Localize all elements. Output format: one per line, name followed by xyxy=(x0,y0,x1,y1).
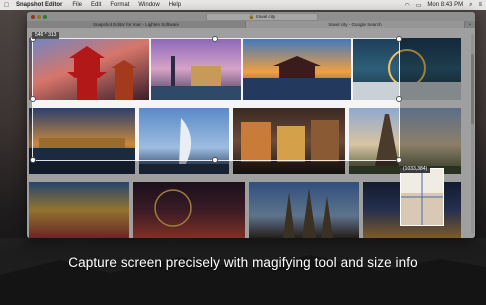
menu-bar:  Snapshot Editor File Edit Format Windo… xyxy=(0,0,486,10)
menubar-clock[interactable]: Mon 8:43 PM xyxy=(427,2,463,8)
resize-handle-top-right[interactable] xyxy=(396,36,402,42)
menu-file[interactable]: File xyxy=(72,2,82,8)
resize-handle-bottom[interactable] xyxy=(212,157,218,163)
menu-window[interactable]: Window xyxy=(138,2,159,8)
battery-icon[interactable]: ▭ xyxy=(416,2,422,9)
cursor-coordinate-label: (1033,384) xyxy=(400,166,431,173)
menu-format[interactable]: Format xyxy=(110,2,129,8)
resize-handle-bottom-left[interactable] xyxy=(30,157,36,163)
feature-caption: Capture screen precisely with magifying … xyxy=(68,255,418,270)
resize-handle-right[interactable] xyxy=(396,96,402,102)
wifi-icon[interactable]: ◠ xyxy=(405,2,410,9)
caption-background xyxy=(0,238,486,305)
list-icon[interactable]: ≡ xyxy=(478,2,482,8)
capture-dim-top xyxy=(0,10,486,38)
search-icon[interactable]: ⌕ xyxy=(469,2,472,9)
selection-size-label: 546 * 313 xyxy=(32,32,60,39)
magnifier-loupe xyxy=(400,168,444,226)
resize-handle-top[interactable] xyxy=(212,36,218,42)
resize-handle-bottom-right[interactable] xyxy=(396,157,402,163)
menu-help[interactable]: Help xyxy=(169,2,181,8)
capture-selection-rect[interactable] xyxy=(30,36,402,163)
capture-dim-bottom xyxy=(32,161,400,238)
apple-icon[interactable]:  xyxy=(4,2,10,9)
capture-dim-left xyxy=(0,38,32,238)
menu-edit[interactable]: Edit xyxy=(91,2,101,8)
menu-app-name[interactable]: Snapshot Editor xyxy=(16,2,62,8)
resize-handle-left[interactable] xyxy=(30,96,36,102)
